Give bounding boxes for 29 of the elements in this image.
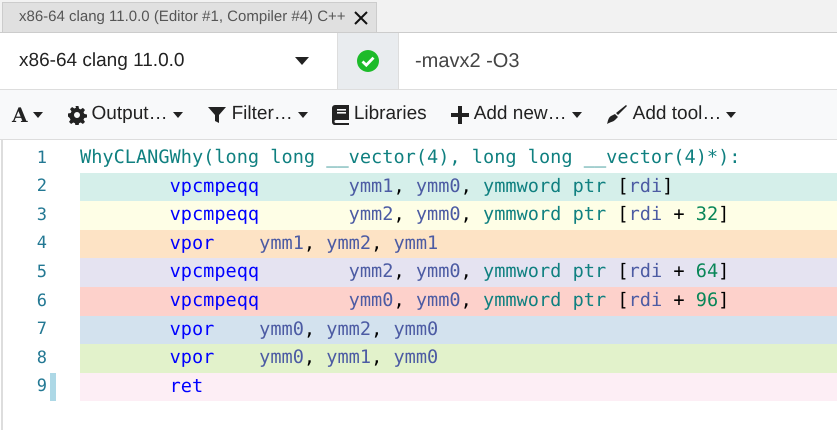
line-number: 6 bbox=[36, 290, 48, 313]
book-icon bbox=[332, 104, 349, 124]
editor-tab[interactable]: x86-64 clang 11.0.0 (Editor #1, Compiler #4) C++ bbox=[2, 2, 377, 32]
libraries-button[interactable]: Libraries bbox=[332, 100, 427, 129]
line-number: 8 bbox=[36, 346, 48, 370]
plus-icon bbox=[450, 106, 469, 124]
caret-icon bbox=[172, 112, 183, 118]
output-button[interactable]: Output… bbox=[66, 100, 183, 129]
line-number: 5 bbox=[36, 260, 48, 284]
tab-title: x86-64 clang 11.0.0 (Editor #1, Compiler #4) C++ bbox=[19, 7, 346, 28]
font-button[interactable]: A bbox=[12, 100, 43, 130]
line-number: 2 bbox=[36, 175, 48, 198]
caret-icon bbox=[572, 112, 582, 118]
line-number: 9 bbox=[36, 375, 48, 398]
filter-icon bbox=[206, 104, 227, 124]
add-new-button[interactable]: Add new… bbox=[450, 100, 582, 129]
close-icon[interactable] bbox=[354, 10, 368, 24]
line-number: 1 bbox=[36, 146, 48, 170]
caret-icon bbox=[295, 57, 309, 65]
caret-icon bbox=[298, 112, 308, 118]
brush-icon bbox=[606, 104, 628, 126]
gear-icon bbox=[66, 104, 87, 124]
line-number: 7 bbox=[36, 318, 48, 342]
caret-icon bbox=[32, 112, 43, 118]
line-number: 3 bbox=[36, 204, 48, 227]
line-number: 4 bbox=[36, 232, 48, 256]
caret-icon bbox=[726, 112, 736, 118]
filter-button[interactable]: Filter… bbox=[206, 100, 308, 129]
add-tool-button[interactable]: Add tool… bbox=[606, 100, 736, 129]
